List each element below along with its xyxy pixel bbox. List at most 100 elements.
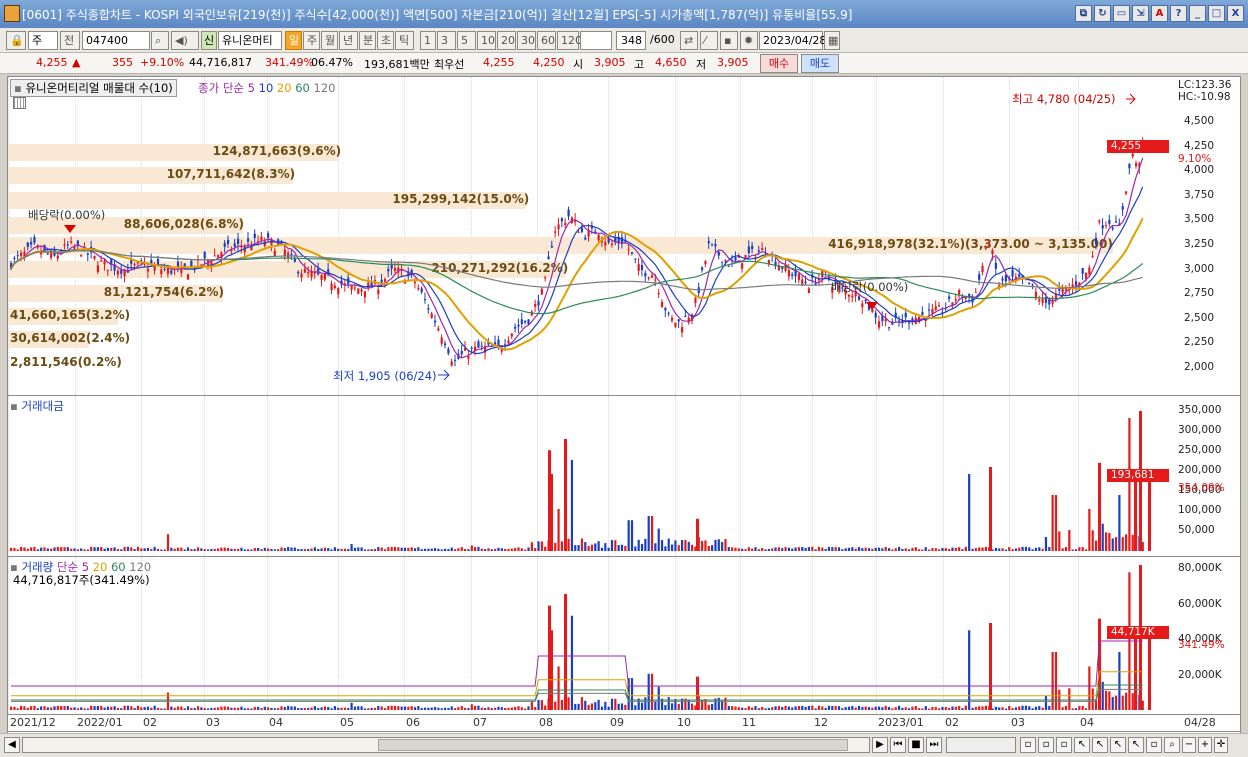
amount-pane[interactable]: ▪ 거래대금 350,000 300,000 250,000 200,000 150,0… [8,396,1225,556]
chart-area[interactable]: 124,871,663(9.6%) 107,711,642(8.3%) 195,29… [7,76,1241,739]
amount-bar [644,538,647,551]
sell-button[interactable]: 매도 [801,54,839,73]
arrow-tool-icon-3[interactable]: ↖ [1110,737,1126,753]
volume-bar [1064,705,1068,710]
date-input[interactable]: 2023/04/28 [759,31,826,50]
period-day[interactable]: 일 [285,31,302,50]
amount-bar [176,547,180,551]
count-input[interactable]: 348 [616,31,646,50]
open-price: 3,905 [594,56,626,69]
period-second[interactable]: 초 [377,31,394,50]
settings-icon[interactable]: ✹ [740,31,758,50]
lock-icon[interactable]: 🔒 [6,31,26,50]
candle-body [310,271,313,278]
save-icon[interactable]: ▪ [720,31,738,50]
arrow-tool-icon-4[interactable]: ↖ [1128,737,1144,753]
grid-icon[interactable] [13,97,26,109]
speaker-icon[interactable]: ◀) [171,31,199,50]
amount-bar [1041,548,1044,551]
amount-bar [614,540,617,551]
arrow-tool-icon-1[interactable]: ↖ [1074,737,1090,753]
chart-icon-2[interactable]: ▫ [1038,737,1054,753]
volume-bar [761,706,764,710]
interval-20[interactable]: 20 [497,31,516,50]
zoom-search-icon[interactable]: ⌕ [1164,737,1180,753]
volume-bar [73,707,76,710]
help-icon[interactable]: ? [1170,5,1187,22]
interval-30[interactable]: 30 [517,31,536,50]
refresh-icon[interactable]: ↻ [1094,5,1111,22]
cursor-icon[interactable]: ⇄ [680,31,698,50]
stop-icon[interactable]: ■ [908,737,924,753]
volume-bar [163,708,166,710]
volume-bar [741,707,744,710]
line-tool-icon[interactable]: ⁄ [700,31,718,50]
scroll-left-icon[interactable]: ◀ [4,737,20,753]
volume-bar [23,706,26,710]
market-select[interactable]: 주 [28,31,58,50]
volume-bar [607,706,610,710]
amount-bar [751,548,754,551]
volume-bar [1114,695,1118,710]
interval-3[interactable]: 3 [437,31,456,50]
amount-bar [918,549,921,551]
interval-5[interactable]: 5 [457,31,476,50]
code-input[interactable]: 047400 [82,31,150,50]
chart-icon-1[interactable]: ▫ [1020,737,1036,753]
buy-button[interactable]: 매수 [760,54,798,73]
candle-body [564,222,567,226]
volume-bar [323,706,326,710]
volume-bar [1081,705,1084,710]
link-window-icon[interactable]: ⧉ [1075,5,1092,22]
scroll-track[interactable] [22,737,870,753]
scroll-right-icon[interactable]: ▶ [872,737,888,753]
scroll-thumb[interactable] [378,739,848,751]
zoom-out-icon[interactable]: − [1182,737,1196,753]
candle-body [757,250,760,252]
dock-icon[interactable]: ⇲ [1132,5,1149,22]
period-tick[interactable]: 틱 [395,31,414,50]
custom-interval-input[interactable] [580,31,612,50]
forward-icon[interactable]: ⏭ [926,737,942,753]
scrollbar[interactable]: ◀ ▶ ⏮ ■ ⏭ ▫ ▫ ▫ ↖ ↖ ↖ ↖ ▫ ⌕ − + ✛ [0,733,1248,757]
amount-bar [90,546,93,551]
volume-pane[interactable]: ▪ 거래량 단순 5 20 60 120 44,716,817주(341.49%… [8,557,1225,715]
volume-bar [1104,690,1108,710]
amount-bar [1044,537,1048,551]
zoom-in-icon[interactable]: + [1198,737,1212,753]
volume-bar [944,707,947,710]
volume-bar [10,706,13,710]
interval-120[interactable]: 120 [557,31,582,50]
interval-1[interactable]: 1 [420,31,436,50]
period-year[interactable]: 년 [339,31,358,50]
calendar-icon[interactable]: ▦ [824,31,840,50]
interval-60[interactable]: 60 [537,31,556,50]
candle-body [253,233,256,238]
candle-body [120,270,123,274]
chart-icon-4[interactable]: ▫ [1146,737,1162,753]
rewind-icon[interactable]: ⏮ [890,737,906,753]
interval-10[interactable]: 10 [477,31,496,50]
split-icon[interactable]: ▭ [1113,5,1130,22]
period-month[interactable]: 월 [321,31,338,50]
amount-bar [146,547,150,551]
volume-bar [827,705,831,710]
maximize-button[interactable]: □ [1208,5,1225,22]
amount-bar [707,546,710,551]
type-select[interactable]: 전 [60,31,80,50]
zoom-slider[interactable] [946,737,1016,753]
volume-bar [156,707,160,710]
font-icon[interactable]: A [1151,5,1168,22]
amount-bar [106,547,110,551]
close-button[interactable]: X [1227,5,1244,22]
volume-bar [907,708,911,710]
volume-bar [1074,708,1078,710]
search-icon[interactable]: ⌕ [151,31,169,50]
period-minute[interactable]: 분 [359,31,376,50]
chart-icon-3[interactable]: ▫ [1056,737,1072,753]
arrow-tool-icon-2[interactable]: ↖ [1092,737,1108,753]
period-week[interactable]: 주 [303,31,320,50]
move-icon[interactable]: ✛ [1214,737,1228,753]
price-pane[interactable]: 124,871,663(9.6%) 107,711,642(8.3%) 195,29… [8,77,1231,395]
minimize-button[interactable]: _ [1189,5,1206,22]
